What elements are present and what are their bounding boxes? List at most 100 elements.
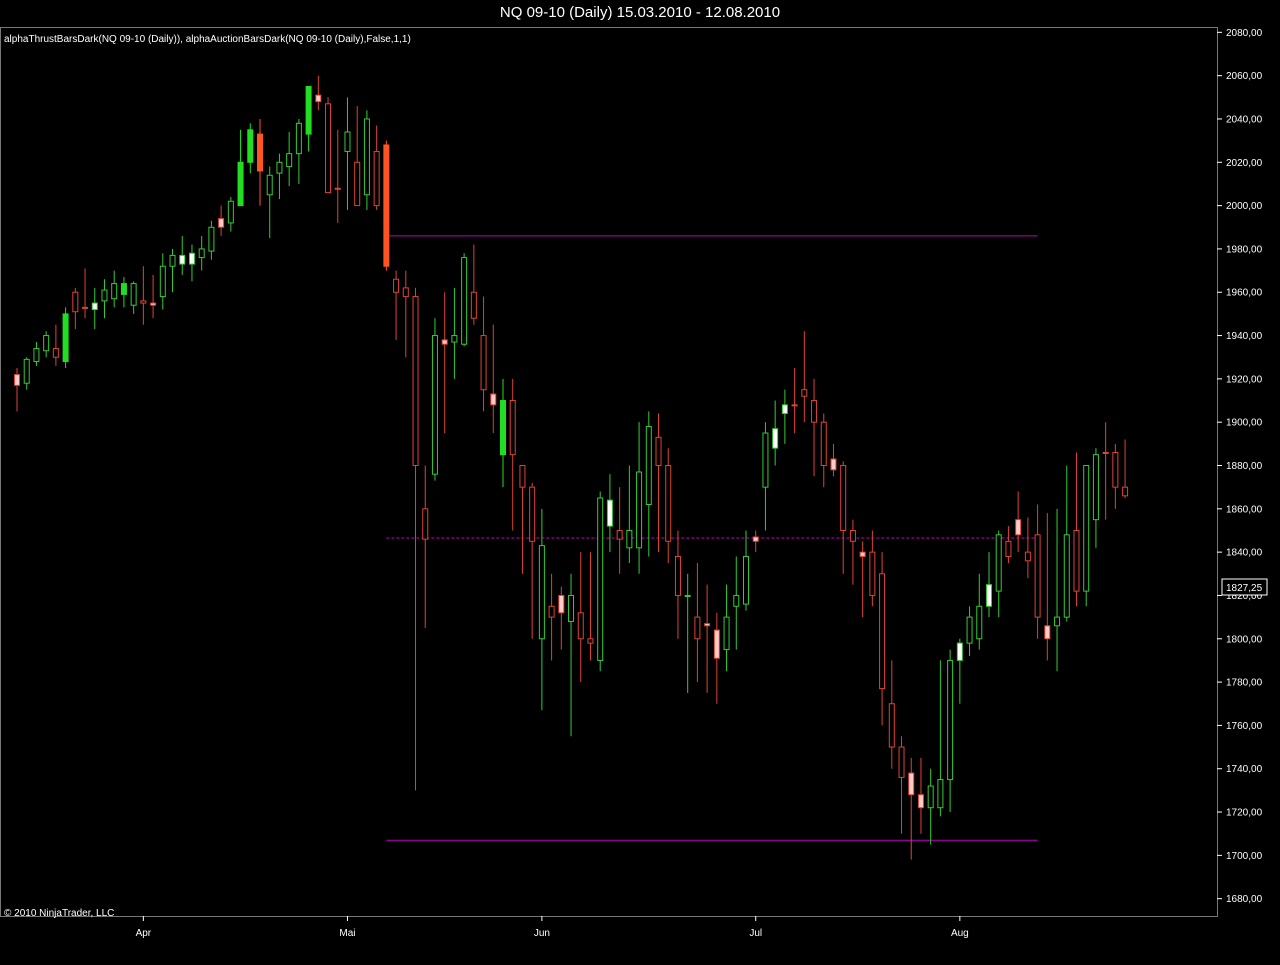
- candle-body: [344, 131, 351, 152]
- candle-body: [849, 529, 856, 542]
- candle: [1054, 508, 1061, 672]
- y-tick-label: 1780,00: [1226, 678, 1263, 689]
- candle-body: [363, 118, 370, 196]
- candle-body: [636, 471, 643, 549]
- candle-body: [976, 605, 983, 640]
- candle: [247, 123, 254, 174]
- y-tick-label: 1960,00: [1226, 288, 1263, 299]
- candle-body: [218, 218, 225, 228]
- candle: [82, 268, 89, 319]
- candle: [1044, 513, 1051, 661]
- candle: [237, 129, 244, 207]
- candle-body: [694, 616, 701, 640]
- candle-body: [1015, 519, 1022, 536]
- candle-body: [14, 374, 20, 386]
- candle-body: [548, 605, 555, 618]
- candle: [1092, 448, 1099, 548]
- candle: [704, 584, 711, 693]
- candle-body: [859, 551, 866, 557]
- candle: [752, 530, 759, 553]
- candle: [568, 573, 575, 737]
- candle: [606, 474, 613, 553]
- y-tick-label: 2040,00: [1226, 114, 1263, 125]
- copyright-label: © 2010 NinjaTrader, LLC: [4, 908, 114, 919]
- y-tick-label: 2020,00: [1226, 158, 1263, 169]
- candle: [820, 413, 827, 488]
- candle-body: [752, 536, 759, 542]
- candle: [500, 378, 506, 488]
- candle: [908, 757, 915, 860]
- time-axis: Apr Mai Jun Jul Aug: [136, 916, 969, 939]
- candle: [257, 118, 263, 206]
- y-tick-label: 1840,00: [1226, 548, 1263, 559]
- candle-body: [169, 254, 176, 267]
- candle: [859, 541, 866, 618]
- candle: [772, 400, 779, 466]
- candle: [286, 131, 293, 187]
- candle: [315, 75, 322, 111]
- candle: [490, 324, 497, 434]
- candle: [976, 573, 983, 650]
- candle-body: [558, 594, 565, 614]
- y-tick-label: 1860,00: [1226, 504, 1263, 515]
- candle: [1102, 422, 1109, 520]
- candle-body: [325, 103, 332, 194]
- candle: [830, 443, 837, 477]
- candle-body: [830, 458, 837, 471]
- candle-body: [986, 584, 992, 607]
- candle: [140, 266, 147, 325]
- candle: [72, 287, 79, 330]
- candlesticks: [14, 75, 1129, 860]
- candle-body: [1054, 616, 1061, 627]
- candle: [869, 530, 876, 607]
- candle: [1073, 452, 1080, 607]
- candle-body: [811, 400, 818, 423]
- candle-body: [72, 291, 79, 313]
- candle: [111, 270, 118, 308]
- candle-body: [295, 122, 302, 155]
- indicator-label: alphaThrustBarsDark(NQ 09-10 (Daily)), a…: [4, 34, 411, 45]
- candle: [461, 253, 468, 347]
- candle: [1034, 504, 1041, 639]
- candle-body: [159, 265, 166, 298]
- candle-body: [917, 794, 924, 809]
- candle: [713, 612, 720, 704]
- candle-body: [645, 426, 652, 505]
- candle-body: [1122, 486, 1129, 497]
- candle-body: [198, 248, 205, 259]
- y-tick-label: 1680,00: [1226, 894, 1263, 905]
- candle-body: [956, 642, 963, 661]
- candle-body: [480, 335, 487, 391]
- candle: [480, 296, 487, 412]
- candle-body: [713, 629, 720, 659]
- candle: [188, 244, 195, 282]
- candle-body: [1024, 551, 1031, 562]
- candle-body: [723, 616, 730, 651]
- candle: [33, 342, 40, 366]
- candle: [645, 411, 652, 557]
- candle-body: [373, 150, 380, 207]
- candle-body: [257, 133, 263, 172]
- candle-body: [519, 465, 526, 488]
- candle-body: [743, 555, 749, 605]
- y-tick-label: 2080,00: [1226, 28, 1263, 39]
- candle-body: [538, 545, 545, 640]
- candle-body: [927, 785, 934, 809]
- candle-body: [820, 421, 827, 467]
- candle: [995, 530, 1002, 618]
- candle-body: [500, 400, 506, 456]
- candle: [334, 129, 341, 223]
- candle: [781, 389, 788, 444]
- candle-body: [305, 85, 312, 135]
- candle: [373, 125, 380, 210]
- candle-body: [111, 283, 118, 300]
- candle: [62, 307, 69, 369]
- candle: [849, 519, 856, 585]
- candle-body: [451, 335, 458, 343]
- y-tick-label: 1800,00: [1226, 634, 1263, 645]
- candle: [519, 465, 526, 574]
- candle: [218, 205, 225, 236]
- candle: [927, 768, 934, 845]
- candle: [937, 660, 944, 817]
- candle: [956, 638, 963, 704]
